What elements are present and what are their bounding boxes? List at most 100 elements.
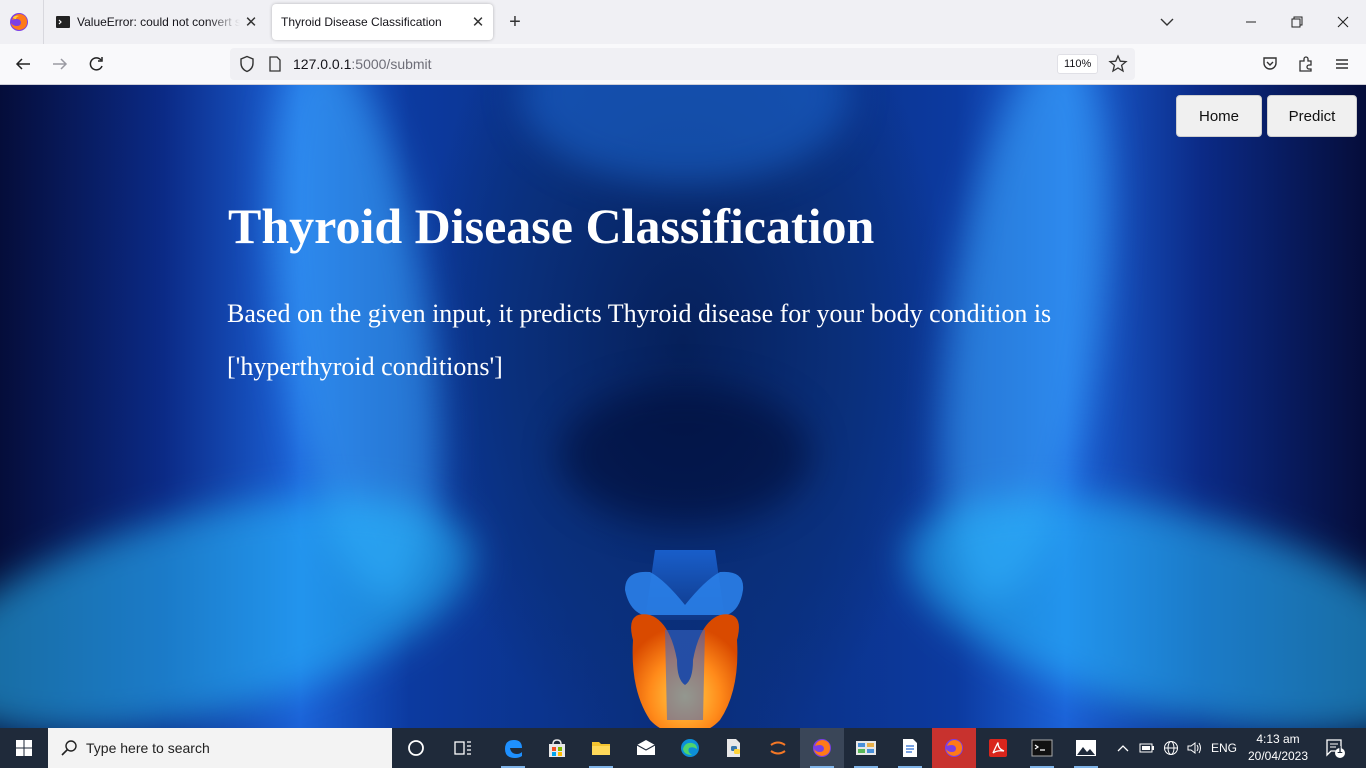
browser-nav-bar: 127.0.0.1:5000/submit 110%: [0, 44, 1366, 85]
tab-title: ValueError: could not convert str: [77, 15, 240, 29]
page-content: Home Predict Thyroid Disease Classificat…: [0, 85, 1366, 728]
url-path: :5000/submit: [351, 56, 432, 72]
firefox-taskbar-button[interactable]: [800, 728, 844, 768]
page-title: Thyroid Disease Classification: [228, 198, 875, 254]
tab-title: Thyroid Disease Classification: [281, 15, 442, 29]
close-window-button[interactable]: [1320, 0, 1366, 44]
start-button[interactable]: [0, 728, 48, 768]
edge-chromium-icon: [681, 739, 699, 757]
tab-separator: [43, 0, 44, 44]
cortana-circle-icon: [408, 740, 424, 756]
back-arrow-icon: [15, 58, 30, 70]
python-button[interactable]: [712, 728, 756, 768]
jupyter-button[interactable]: [756, 728, 800, 768]
forward-arrow-icon: [53, 58, 68, 70]
file-explorer-button[interactable]: [579, 728, 623, 768]
pocket-button[interactable]: [1259, 53, 1281, 75]
url-bar[interactable]: 127.0.0.1:5000/submit 110%: [230, 48, 1135, 80]
pdf-icon: [989, 739, 1007, 757]
language-indicator[interactable]: ENG: [1208, 728, 1240, 768]
mail-button[interactable]: [624, 728, 668, 768]
edge-button[interactable]: [668, 728, 712, 768]
new-tab-button[interactable]: +: [503, 10, 527, 34]
speaker-icon: [1187, 742, 1201, 754]
edge-icon: [505, 740, 522, 758]
hamburger-menu-icon: [1336, 59, 1348, 69]
terminal-icon: [1031, 739, 1053, 757]
task-view-icon: [454, 741, 471, 755]
taskbar-search-box[interactable]: Type here to search: [48, 728, 392, 768]
url-host: 127.0.0.1: [293, 56, 352, 72]
home-button[interactable]: Home: [1176, 95, 1262, 137]
firefox-menu-icon[interactable]: [8, 11, 30, 33]
search-placeholder: Type here to search: [86, 740, 210, 756]
bookmark-star-icon[interactable]: [1108, 54, 1128, 74]
forward-button[interactable]: [45, 50, 75, 78]
app-menu-button[interactable]: [1331, 53, 1353, 75]
notification-count: 1: [1337, 745, 1343, 756]
tab-valueerror[interactable]: ValueError: could not convert str ✕: [46, 4, 266, 40]
clock-time: 4:13 am: [1256, 732, 1300, 746]
chevron-up-icon: [1117, 745, 1129, 752]
close-tab-icon[interactable]: ✕: [240, 11, 262, 33]
folder-icon: [592, 742, 610, 755]
extensions-button[interactable]: [1295, 53, 1317, 75]
prediction-result: ['hyperthyroid conditions']: [227, 352, 503, 381]
restore-button[interactable]: [1274, 0, 1320, 44]
jupyter-icon: [770, 741, 786, 755]
terminal-button[interactable]: [1020, 728, 1064, 768]
minimize-button[interactable]: [1228, 0, 1274, 44]
battery-tray-button[interactable]: [1136, 728, 1158, 768]
firefox-icon: [945, 739, 963, 757]
taskbar-clock[interactable]: 4:13 am 20/04/2023: [1245, 731, 1311, 765]
action-center-button[interactable]: 1: [1318, 728, 1352, 768]
background-shadow: [560, 385, 810, 525]
thyroid-illustration: [625, 550, 744, 728]
page-icon[interactable]: [267, 56, 283, 72]
reload-icon: [89, 57, 103, 71]
battery-icon: [1139, 743, 1154, 753]
python-file-icon: [727, 739, 740, 757]
url-text[interactable]: 127.0.0.1:5000/submit: [293, 56, 432, 72]
reload-button[interactable]: [81, 50, 111, 78]
cortana-button[interactable]: [394, 728, 438, 768]
photos-icon: [1076, 740, 1096, 756]
predict-button[interactable]: Predict: [1267, 95, 1357, 137]
minimize-icon: [1246, 21, 1256, 23]
restore-icon: [1291, 16, 1303, 28]
close-tab-icon[interactable]: ✕: [467, 11, 489, 33]
list-all-tabs-icon[interactable]: [1156, 11, 1178, 33]
windows-logo-icon: [16, 740, 32, 756]
firefox-icon: [813, 739, 831, 757]
app-button[interactable]: [844, 728, 888, 768]
browser-tab-bar: ValueError: could not convert str ✕ Thyr…: [0, 0, 1366, 44]
network-tray-button[interactable]: [1160, 728, 1182, 768]
mail-icon: [636, 740, 656, 755]
acrobat-button[interactable]: [976, 728, 1020, 768]
firefox-dev-button[interactable]: [932, 728, 976, 768]
extensions-puzzle-icon: [1299, 56, 1312, 72]
search-icon: [61, 740, 77, 756]
task-view-button[interactable]: [441, 728, 485, 768]
pocket-icon: [1263, 57, 1277, 70]
show-hidden-icons-button[interactable]: [1113, 728, 1133, 768]
prediction-text: Based on the given input, it predicts Th…: [227, 299, 1052, 328]
store-bag-icon: [549, 739, 565, 757]
terminal-icon: [56, 16, 70, 28]
close-icon: [1337, 16, 1349, 28]
store-button[interactable]: [535, 728, 579, 768]
background-glow: [520, 85, 850, 185]
volume-tray-button[interactable]: [1184, 728, 1206, 768]
document-icon: [903, 739, 917, 757]
globe-icon: [1164, 741, 1178, 755]
app-grid-icon: [856, 741, 876, 755]
zoom-level-button[interactable]: 110%: [1057, 54, 1099, 74]
clock-date: 20/04/2023: [1247, 749, 1309, 763]
photos-button[interactable]: [1064, 728, 1108, 768]
shield-icon[interactable]: [238, 55, 256, 73]
tab-thyroid[interactable]: Thyroid Disease Classification ✕: [272, 4, 493, 40]
back-button[interactable]: [8, 50, 38, 78]
notepad-button[interactable]: [888, 728, 932, 768]
edge-legacy-button[interactable]: [491, 728, 535, 768]
windows-taskbar: Type here to search ENG 4:13 am 20/04/20…: [0, 728, 1366, 768]
